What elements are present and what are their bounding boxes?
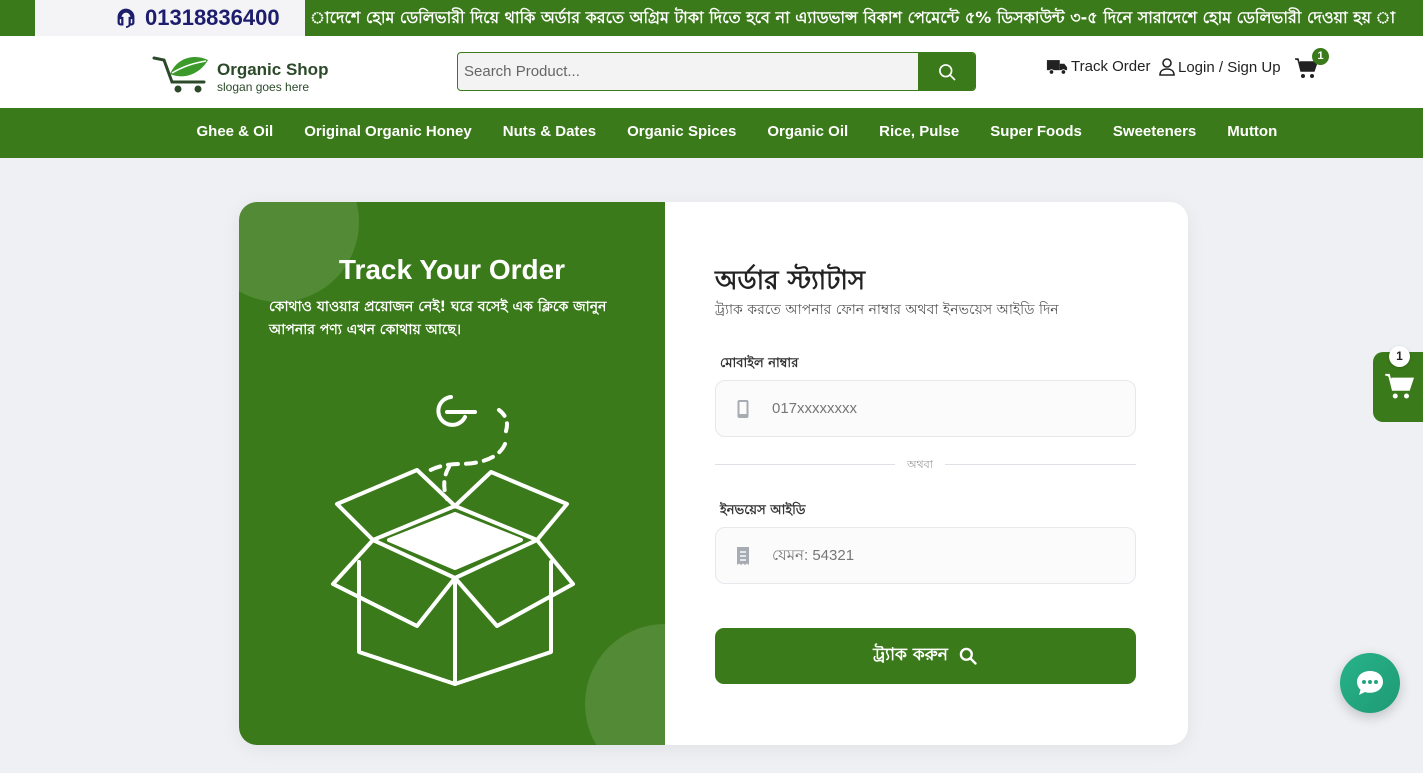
search-icon (959, 647, 977, 665)
login-label: Login / Sign Up (1178, 58, 1281, 76)
nav-item-ghee-oil[interactable]: Ghee & Oil (181, 108, 289, 158)
mobile-field (715, 380, 1136, 437)
headset-icon (117, 8, 135, 28)
track-order-form: অর্ডার স্ট্যাটাস ট্র্যাক করতে আপনার ফোন … (665, 202, 1188, 745)
track-button-label: ট্র্যাক করুন (873, 645, 948, 665)
invoice-label: ইনভয়েস আইডি (720, 503, 806, 518)
hotline[interactable]: 01318836400 (35, 0, 305, 36)
chat-button[interactable] (1340, 653, 1400, 713)
announcement-ticker: াদেশে হোম ডেলিভারী দিয়ে থাকি অর্ডার করত… (310, 8, 1396, 27)
or-text: অথবা (895, 456, 945, 475)
nav-item-original-organic-honey[interactable]: Original Organic Honey (289, 108, 488, 158)
chat-bubble-icon (1357, 671, 1383, 695)
site-logo[interactable]: Organic Shop slogan goes here (152, 52, 332, 96)
hero-title: Track Your Order (338, 254, 566, 285)
floating-cart-count: 1 (1389, 346, 1410, 367)
decorative-circle (585, 624, 665, 745)
login-link[interactable]: Login / Sign Up (1159, 58, 1281, 76)
track-submit-button[interactable]: ট্র্যাক করুন (715, 628, 1136, 684)
category-nav: Ghee & Oil Original Organic Honey Nuts & D… (0, 108, 1423, 158)
invoice-input[interactable] (772, 528, 1122, 583)
mobile-label: মোবাইল নাম্বার (720, 356, 799, 371)
mobile-input[interactable] (772, 381, 1122, 436)
cart-icon (1385, 373, 1414, 399)
nav-item-organic-spices[interactable]: Organic Spices (612, 108, 752, 158)
nav-item-organic-oil[interactable]: Organic Oil (752, 108, 864, 158)
form-subtitle: ট্র্যাক করতে আপনার ফোন নাম্বার অথবা ইনভয… (715, 302, 1059, 318)
receipt-icon (737, 547, 749, 565)
floating-cart-button[interactable]: 1 (1373, 346, 1423, 422)
site-header: Organic Shop slogan goes here Track Orde… (0, 36, 1423, 108)
track-order-link[interactable]: Track Order (1046, 58, 1150, 75)
track-order-hero: Track Your Order কোথাও যাওয়ার প্রয়োজন … (239, 202, 665, 745)
nav-item-rice-pulse[interactable]: Rice, Pulse (864, 108, 975, 158)
decorative-circle (239, 202, 359, 302)
nav-item-nuts-dates[interactable]: Nuts & Dates (487, 108, 611, 158)
cart-leaf-logo-icon (152, 56, 208, 93)
header-cart-button[interactable]: 1 (1294, 48, 1334, 84)
or-divider: অথবা (715, 456, 1136, 475)
announcement-bar: াদেশে হোম ডেলিভারী দিয়ে থাকি অর্ডার করত… (0, 0, 1423, 36)
user-icon (1159, 58, 1175, 76)
logo-slogan: slogan goes here (217, 80, 310, 94)
nav-item-mutton[interactable]: Mutton (1212, 108, 1293, 158)
open-box-illustration-icon (331, 395, 575, 686)
track-order-card: Track Your Order কোথাও যাওয়ার প্রয়োজন … (239, 202, 1188, 745)
nav-item-super-foods[interactable]: Super Foods (975, 108, 1098, 158)
track-order-label: Track Order (1071, 58, 1151, 75)
search-input[interactable] (458, 53, 918, 90)
search-icon (938, 63, 955, 80)
logo-title: Organic Shop (217, 60, 329, 79)
truck-icon (1046, 60, 1068, 75)
phone-icon (737, 400, 749, 418)
cart-count-badge: 1 (1312, 48, 1329, 65)
hotline-number[interactable]: 01318836400 (145, 5, 280, 31)
hero-description: কোথাও যাওয়ার প্রয়োজন নেই! ঘরে বসেই এক … (269, 299, 607, 338)
invoice-field (715, 527, 1136, 584)
nav-item-sweeteners[interactable]: Sweeteners (1097, 108, 1211, 158)
search-bar (457, 52, 976, 91)
search-button[interactable] (918, 53, 975, 90)
